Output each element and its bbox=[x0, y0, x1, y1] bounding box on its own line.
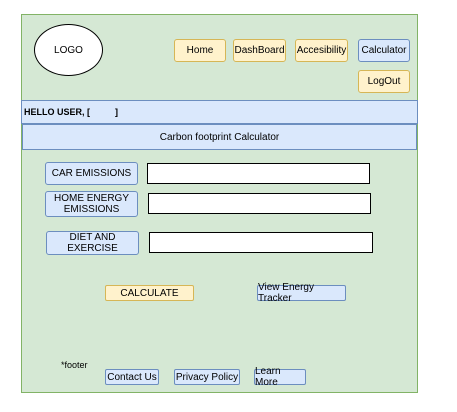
privacy-policy-link[interactable]: Privacy Policy bbox=[174, 369, 240, 385]
nav-accessibility-label: Accesibility bbox=[296, 45, 347, 56]
calculate-button[interactable]: CALCULATE bbox=[105, 285, 194, 301]
logout-label: LogOut bbox=[367, 76, 401, 87]
nav-home-label: Home bbox=[186, 45, 214, 56]
nav-accessibility-button[interactable]: Accesibility bbox=[295, 39, 348, 62]
diet-exercise-input[interactable] bbox=[149, 232, 373, 253]
greeting-text: HELLO USER, [ ] bbox=[24, 107, 119, 117]
car-emissions-label-text: CAR EMISSIONS bbox=[51, 168, 132, 179]
contact-us-link[interactable]: Contact Us bbox=[105, 369, 159, 385]
home-energy-emissions-input[interactable] bbox=[148, 193, 371, 214]
greeting-bar: HELLO USER, [ ] bbox=[21, 100, 418, 124]
footer-note: *footer bbox=[61, 360, 88, 370]
nav-dashboard-button[interactable]: DashBoard bbox=[233, 39, 286, 62]
diet-exercise-label-text: DIET AND EXERCISE bbox=[67, 232, 118, 254]
home-energy-emissions-label-text: HOME ENERGY EMISSIONS bbox=[53, 193, 129, 215]
logo: LOGO bbox=[34, 24, 103, 76]
diet-exercise-label: DIET AND EXERCISE bbox=[46, 231, 139, 255]
logout-button[interactable]: LogOut bbox=[358, 70, 410, 93]
calculate-label: CALCULATE bbox=[120, 287, 179, 299]
privacy-policy-label: Privacy Policy bbox=[175, 371, 239, 383]
page-title-bar: Carbon footprint Calculator bbox=[22, 124, 417, 150]
car-emissions-label: CAR EMISSIONS bbox=[45, 162, 138, 185]
view-energy-tracker-button[interactable]: View Energy Tracker bbox=[257, 282, 346, 304]
nav-dashboard-label: DashBoard bbox=[234, 45, 285, 56]
page-title: Carbon footprint Calculator bbox=[159, 131, 280, 143]
home-energy-emissions-label: HOME ENERGY EMISSIONS bbox=[45, 191, 138, 217]
nav-home-button[interactable]: Home bbox=[174, 39, 226, 62]
car-emissions-input[interactable] bbox=[147, 163, 370, 184]
learn-more-link[interactable]: Learn More bbox=[254, 366, 306, 388]
logo-label: LOGO bbox=[54, 44, 83, 56]
learn-more-label: Learn More bbox=[255, 366, 281, 388]
nav-calculator-label: Calculator bbox=[361, 45, 407, 56]
view-energy-tracker-label: View Energy Tracker bbox=[258, 282, 314, 304]
nav-calculator-button[interactable]: Calculator bbox=[358, 39, 410, 62]
contact-us-label: Contact Us bbox=[107, 371, 157, 383]
